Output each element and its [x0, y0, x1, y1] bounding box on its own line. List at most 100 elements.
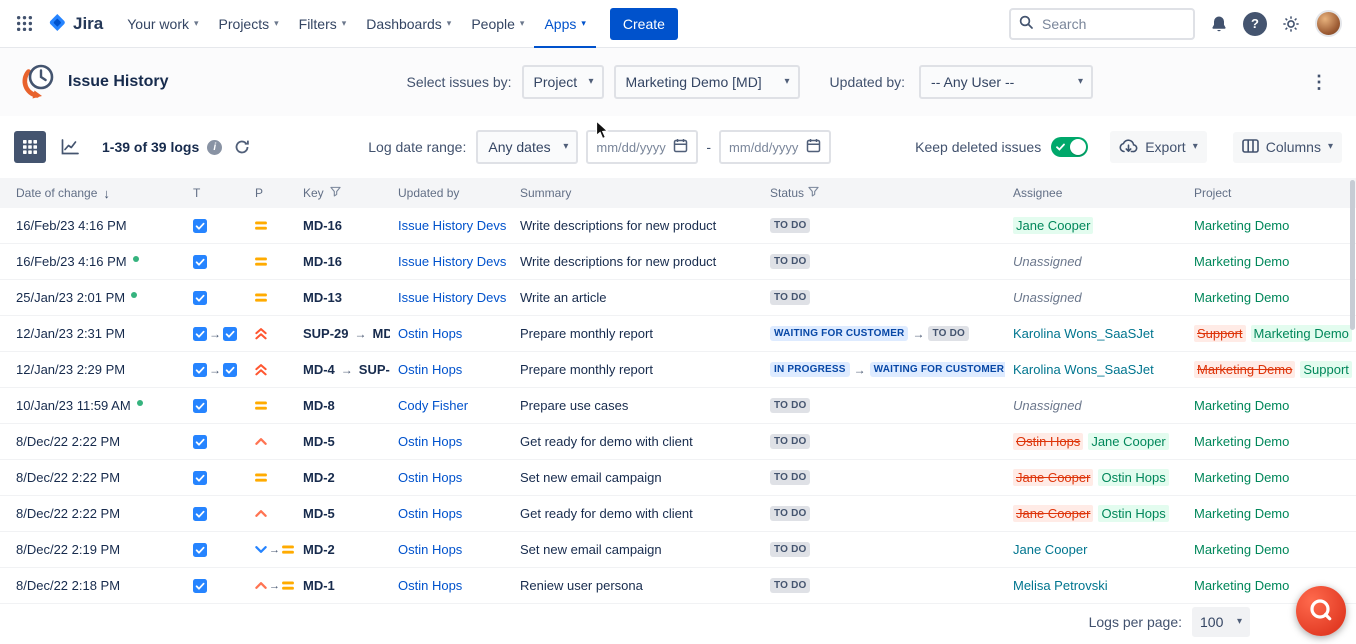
project-value[interactable]: Marketing Demo — [1194, 290, 1289, 305]
issue-key[interactable]: MD-2 — [303, 542, 335, 557]
assignee-value[interactable]: Jane Cooper — [1088, 433, 1168, 450]
filter-icon[interactable] — [808, 186, 819, 200]
notifications-icon[interactable] — [1210, 15, 1228, 33]
issue-key[interactable]: MD-13 — [303, 290, 342, 305]
table-row[interactable]: 10/Jan/23 11:59 AMMD-8Cody FisherPrepare… — [0, 388, 1356, 424]
header-date-of-change[interactable]: Date of change↓ — [0, 178, 185, 208]
assignee-value[interactable]: Jane Cooper — [1013, 542, 1087, 557]
project-value[interactable]: Marketing Demo — [1194, 361, 1295, 378]
more-options-kebab-icon[interactable]: ⋮ — [1300, 70, 1338, 95]
keep-deleted-toggle[interactable] — [1051, 137, 1088, 157]
jira-logo[interactable]: Jira — [47, 12, 103, 36]
assignee-value[interactable]: Ostin Hops — [1098, 505, 1168, 522]
table-row[interactable]: 8/Dec/22 2:22 PMMD-5Ostin HopsGet ready … — [0, 424, 1356, 460]
issue-source-select[interactable]: Project▾ — [522, 65, 604, 99]
nav-your-work[interactable]: Your work▾ — [117, 0, 208, 48]
project-value[interactable]: Marketing Demo — [1194, 506, 1289, 521]
app-switcher-icon[interactable] — [10, 9, 39, 38]
issue-key[interactable]: MD-1 — [303, 578, 335, 593]
vertical-scrollbar[interactable] — [1350, 180, 1355, 330]
updated-by-link[interactable]: Ostin Hops — [398, 542, 462, 557]
issue-key[interactable]: MD-16 — [303, 218, 342, 233]
updated-by-select[interactable]: -- Any User --▾ — [919, 65, 1093, 99]
nav-projects[interactable]: Projects▾ — [209, 0, 289, 48]
issue-key[interactable]: MD-9 — [373, 326, 390, 341]
issue-key[interactable]: MD-5 — [303, 434, 335, 449]
project-value[interactable]: Marketing Demo — [1194, 398, 1289, 413]
table-row[interactable]: 12/Jan/23 2:31 PM→SUP-29→MD-9Ostin HopsP… — [0, 316, 1356, 352]
header-key[interactable]: Key — [295, 178, 390, 208]
updated-by-link[interactable]: Ostin Hops — [398, 326, 462, 341]
updated-by-link[interactable]: Ostin Hops — [398, 506, 462, 521]
date-from-input[interactable]: mm/dd/yyyy — [586, 130, 698, 164]
assignee-value[interactable]: Jane Cooper — [1013, 469, 1093, 486]
settings-gear-icon[interactable] — [1282, 15, 1300, 33]
updated-by-link[interactable]: Cody Fisher — [398, 398, 468, 413]
global-search[interactable] — [1009, 8, 1195, 40]
updated-by-link[interactable]: Issue History Devs — [398, 254, 506, 269]
project-value[interactable]: Marketing Demo — [1194, 470, 1289, 485]
issue-key[interactable]: MD-5 — [303, 506, 335, 521]
project-value[interactable]: Marketing Demo — [1194, 578, 1289, 593]
assignee-value[interactable]: Jane Cooper — [1013, 217, 1093, 234]
calendar-icon[interactable] — [806, 138, 821, 156]
chat-widget-button[interactable] — [1296, 586, 1346, 636]
user-avatar[interactable] — [1315, 10, 1342, 37]
table-row[interactable]: 25/Jan/23 2:01 PMMD-13Issue History Devs… — [0, 280, 1356, 316]
date-preset-select[interactable]: Any dates▾ — [476, 130, 578, 164]
nav-dashboards[interactable]: Dashboards▾ — [356, 0, 461, 48]
project-value[interactable]: Marketing Demo — [1194, 542, 1289, 557]
assignee-value[interactable]: Melisa Petrovski — [1013, 578, 1108, 593]
nav-people[interactable]: People▾ — [461, 0, 534, 48]
table-row[interactable]: 12/Jan/23 2:29 PM→MD-4→SUP-29Ostin HopsP… — [0, 352, 1356, 388]
refresh-icon[interactable] — [234, 139, 250, 155]
nav-filters[interactable]: Filters▾ — [289, 0, 357, 48]
sort-descending-icon[interactable]: ↓ — [103, 186, 110, 201]
assignee-value[interactable]: Karolina Wons_SaaSJet — [1013, 326, 1154, 341]
project-value[interactable]: Support — [1300, 361, 1352, 378]
project-value[interactable]: Marketing Demo — [1194, 254, 1289, 269]
issue-key[interactable]: MD-2 — [303, 470, 335, 485]
table-row[interactable]: 8/Dec/22 2:22 PMMD-2Ostin HopsSet new em… — [0, 460, 1356, 496]
calendar-icon[interactable] — [673, 138, 688, 156]
updated-by-link[interactable]: Issue History Devs — [398, 218, 506, 233]
header-status[interactable]: Status — [762, 178, 1005, 208]
assignee-value[interactable]: Jane Cooper — [1013, 505, 1093, 522]
table-row[interactable]: 8/Dec/22 2:19 PM→MD-2Ostin HopsSet new e… — [0, 532, 1356, 568]
project-value[interactable]: Marketing Demo — [1194, 434, 1289, 449]
logs-per-page-select[interactable]: 100▾ — [1192, 607, 1250, 637]
grid-view-button[interactable] — [14, 131, 46, 163]
nav-apps[interactable]: Apps▾ — [534, 0, 595, 48]
table-row[interactable]: 8/Dec/22 2:18 PM→MD-1Ostin HopsReniew us… — [0, 568, 1356, 604]
issue-key[interactable]: SUP-29 — [359, 362, 390, 377]
filter-icon[interactable] — [330, 186, 341, 200]
create-button[interactable]: Create — [610, 8, 678, 40]
export-button[interactable]: Export ▾ — [1110, 131, 1207, 163]
issue-key[interactable]: MD-4 — [303, 362, 335, 377]
issue-key[interactable]: MD-8 — [303, 398, 335, 413]
assignee-value[interactable]: Karolina Wons_SaaSJet — [1013, 362, 1154, 377]
project-value[interactable]: Support — [1194, 325, 1246, 342]
info-icon[interactable]: i — [207, 140, 222, 155]
updated-by-link[interactable]: Ostin Hops — [398, 434, 462, 449]
table-row[interactable]: 8/Dec/22 2:22 PMMD-5Ostin HopsGet ready … — [0, 496, 1356, 532]
issue-key[interactable]: MD-16 — [303, 254, 342, 269]
columns-button[interactable]: Columns ▾ — [1233, 132, 1342, 163]
updated-by-link[interactable]: Ostin Hops — [398, 362, 462, 377]
date-to-input[interactable]: mm/dd/yyyy — [719, 130, 831, 164]
project-select[interactable]: Marketing Demo [MD]▾ — [614, 65, 800, 99]
updated-by-link[interactable]: Ostin Hops — [398, 578, 462, 593]
project-value[interactable]: Marketing Demo — [1194, 218, 1289, 233]
updated-by-link[interactable]: Issue History Devs — [398, 290, 506, 305]
project-value[interactable]: Marketing Demo — [1251, 325, 1352, 342]
chart-view-button[interactable] — [54, 131, 86, 163]
updated-by-link[interactable]: Ostin Hops — [398, 470, 462, 485]
help-icon[interactable]: ? — [1243, 12, 1267, 36]
table-row[interactable]: 16/Feb/23 4:16 PMMD-16Issue History Devs… — [0, 208, 1356, 244]
table-row[interactable]: 16/Feb/23 4:16 PMMD-16Issue History Devs… — [0, 244, 1356, 280]
assignee-value[interactable]: Ostin Hops — [1013, 433, 1083, 450]
cell-date-of-change: 12/Jan/23 2:31 PM — [0, 316, 185, 351]
issue-key[interactable]: SUP-29 — [303, 326, 349, 341]
search-input[interactable] — [1040, 15, 1185, 33]
assignee-value[interactable]: Ostin Hops — [1098, 469, 1168, 486]
